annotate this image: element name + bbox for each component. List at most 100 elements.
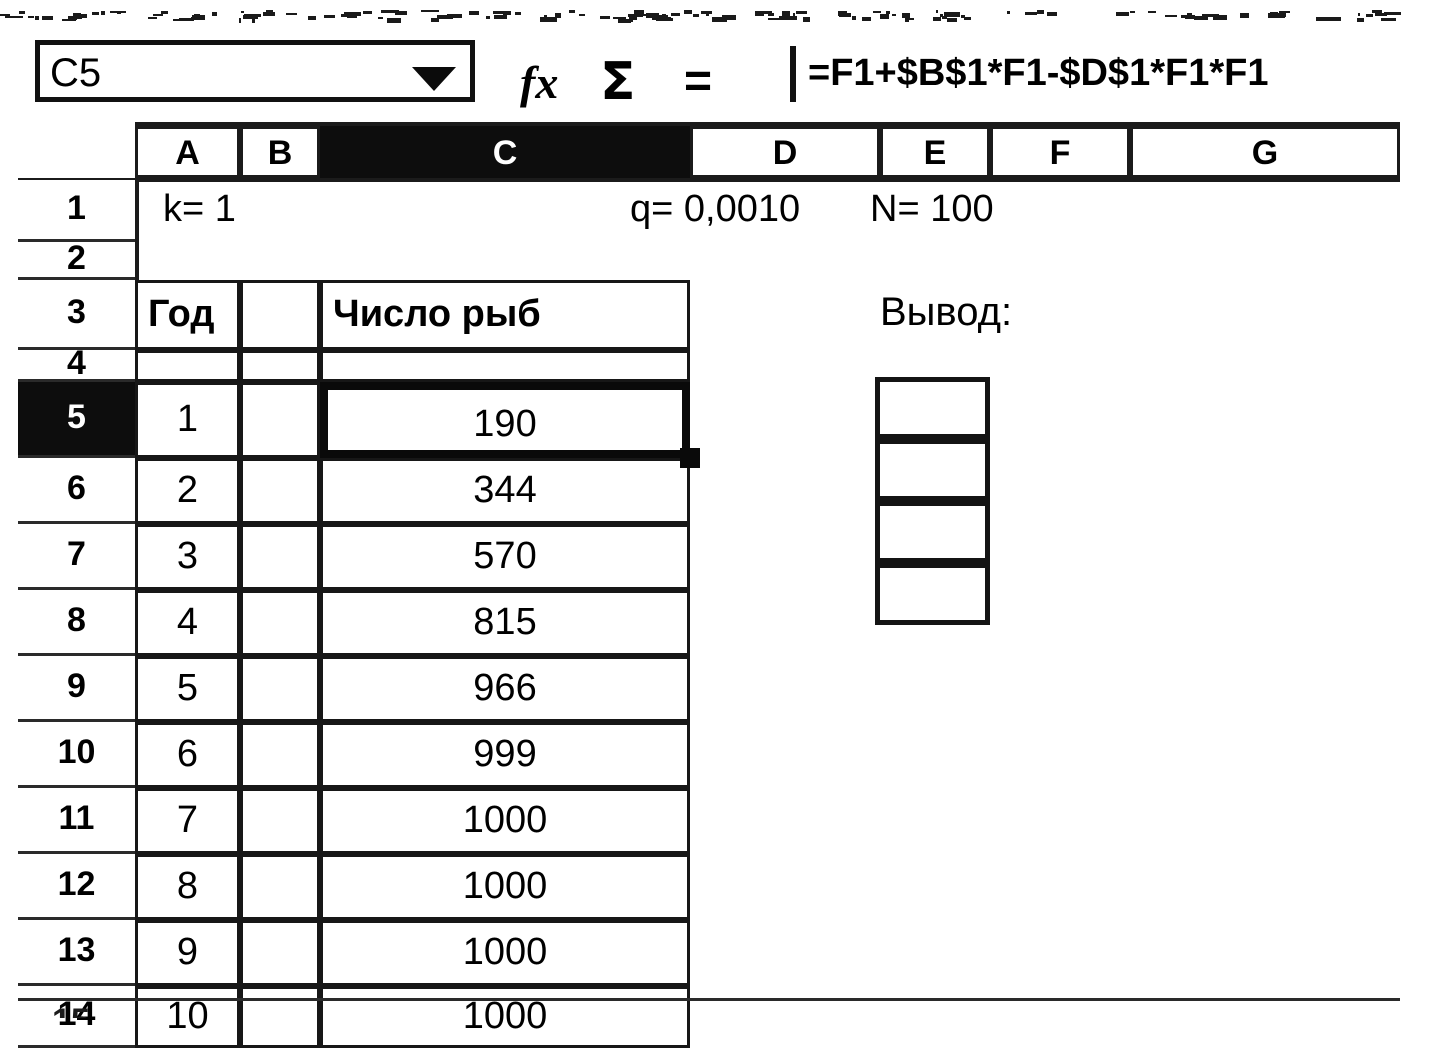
fish-value: 1000 [462, 931, 548, 973]
cell-c3-fish-header[interactable]: Число рыб [320, 280, 690, 350]
column-header-label: F [1049, 134, 1071, 172]
row-header-label: 2 [67, 239, 86, 277]
cell-b12[interactable] [240, 854, 320, 920]
cell-a4[interactable] [135, 350, 240, 382]
formula-input[interactable]: =F1+$B$1*F1-$D$1*F1*F1 [790, 46, 1430, 102]
cell-c8-fish[interactable]: 815 [320, 590, 690, 656]
row-header-1[interactable]: 1 [18, 180, 135, 242]
row-header-label: 13 [57, 931, 96, 969]
row-header-4[interactable]: 4 [18, 346, 135, 382]
output-cell-1[interactable] [875, 377, 990, 439]
row-header-9[interactable]: 9 [18, 656, 135, 722]
cell-c7-fish[interactable]: 570 [320, 524, 690, 590]
formula-value: =F1+$B$1*F1-$D$1*F1*F1 [808, 52, 1269, 94]
fish-value: 815 [473, 601, 537, 643]
cell-a6-year[interactable]: 2 [135, 458, 240, 524]
cell-a11-year[interactable]: 7 [135, 788, 240, 854]
cell-c13-fish[interactable]: 1000 [320, 920, 690, 986]
cell-c10-fish[interactable]: 999 [320, 722, 690, 788]
row-header-12[interactable]: 12 [18, 854, 135, 920]
column-header-band: A B C D E F G [0, 126, 1441, 178]
row-header-label: 11 [58, 799, 95, 837]
cell-b10[interactable] [240, 722, 320, 788]
cell-a1[interactable]: k= 1 [153, 182, 353, 244]
cell-a8-year[interactable]: 4 [135, 590, 240, 656]
cell-a3-year-header[interactable]: Год [135, 280, 240, 350]
column-header-label: G [1251, 134, 1279, 172]
column-header-label: D [772, 134, 798, 172]
column-header-f[interactable]: F [990, 126, 1130, 178]
column-header-label: E [923, 134, 947, 172]
row-header-label: 9 [67, 667, 86, 705]
chevron-down-icon[interactable] [412, 67, 456, 91]
equals-icon[interactable]: = [684, 54, 712, 109]
row-header-11[interactable]: 11 [18, 788, 135, 854]
column-header-label: A [175, 134, 200, 172]
cell-b3[interactable] [240, 280, 320, 350]
cell-a14-year[interactable]: 10 [135, 986, 240, 1048]
autosum-sigma-icon[interactable]: Σ [600, 52, 636, 112]
formula-bar: C5 fx Σ = =F1+$B$1*F1-$D$1*F1*F1 [0, 26, 1441, 118]
cell-a9-year[interactable]: 5 [135, 656, 240, 722]
cell-b5[interactable] [240, 382, 320, 458]
column-header-label: C [492, 134, 518, 172]
row-header-3[interactable]: 3 [18, 280, 135, 350]
year-value: 2 [176, 469, 199, 511]
output-cell-3[interactable] [875, 501, 990, 563]
cell-c11-fish[interactable]: 1000 [320, 788, 690, 854]
output-cell-4[interactable] [875, 563, 990, 625]
column-header-d[interactable]: D [690, 126, 880, 178]
output-cell-2[interactable] [875, 439, 990, 501]
row-header-7[interactable]: 7 [18, 524, 135, 590]
year-value: 10 [166, 995, 209, 1037]
row-header-6[interactable]: 6 [18, 458, 135, 524]
cell-b7[interactable] [240, 524, 320, 590]
row-header-8[interactable]: 8 [18, 590, 135, 656]
cell-c6-fish[interactable]: 344 [320, 458, 690, 524]
cell-b6[interactable] [240, 458, 320, 524]
cell-b9[interactable] [240, 656, 320, 722]
column-header-e[interactable]: E [880, 126, 990, 178]
cell-a13-year[interactable]: 9 [135, 920, 240, 986]
fish-value: 344 [473, 469, 537, 511]
row-header-5[interactable]: 5 [18, 382, 135, 458]
cell-e1[interactable]: N= 100 [860, 182, 1090, 244]
year-value: 4 [176, 601, 199, 643]
cell-c4[interactable] [320, 350, 690, 382]
column-header-a[interactable]: A [135, 126, 240, 178]
year-value: 6 [176, 733, 199, 775]
year-value: 8 [176, 865, 199, 907]
fill-handle[interactable] [680, 448, 700, 468]
cell-c1[interactable]: q= 0,0010 [620, 182, 880, 244]
cell-a7-year[interactable]: 3 [135, 524, 240, 590]
name-box[interactable]: C5 [35, 40, 475, 102]
cell-b11[interactable] [240, 788, 320, 854]
cell-a5-year[interactable]: 1 [135, 382, 240, 458]
cell-c9-fish[interactable]: 966 [320, 656, 690, 722]
row-header-2[interactable]: 2 [18, 239, 135, 280]
cell-a12-year[interactable]: 8 [135, 854, 240, 920]
cell-a10-year[interactable]: 6 [135, 722, 240, 788]
row-header-10[interactable]: 10 [18, 722, 135, 788]
column-header-c[interactable]: C [320, 126, 690, 178]
column-header-label: B [267, 134, 293, 172]
fish-value: 966 [473, 667, 537, 709]
row-header-13[interactable]: 13 [18, 920, 135, 986]
output-section-label: Вывод: [880, 290, 1013, 334]
function-icon[interactable]: fx [520, 56, 558, 109]
cell-b4[interactable] [240, 350, 320, 382]
cell-c14-fish[interactable]: 1000 [320, 986, 690, 1048]
fish-value: 1000 [462, 995, 548, 1037]
column-header-g[interactable]: G [1130, 126, 1400, 178]
year-value: 5 [176, 667, 199, 709]
cell-c5-fish[interactable]: 190 [320, 382, 690, 458]
fish-value: 999 [473, 733, 537, 775]
cell-b8[interactable] [240, 590, 320, 656]
cell-c12-fish[interactable]: 1000 [320, 854, 690, 920]
row-header-label: 10 [57, 733, 96, 771]
column-header-b[interactable]: B [240, 126, 320, 178]
spreadsheet-grid: ABCDEFG 1 2 3 4 5 6 7 8 9 10 11 12 13 14 k= 1 q= 0,001… [0, 118, 1441, 1048]
row-header-label: 6 [67, 469, 86, 507]
cell-b14[interactable] [240, 986, 320, 1048]
cell-b13[interactable] [240, 920, 320, 986]
